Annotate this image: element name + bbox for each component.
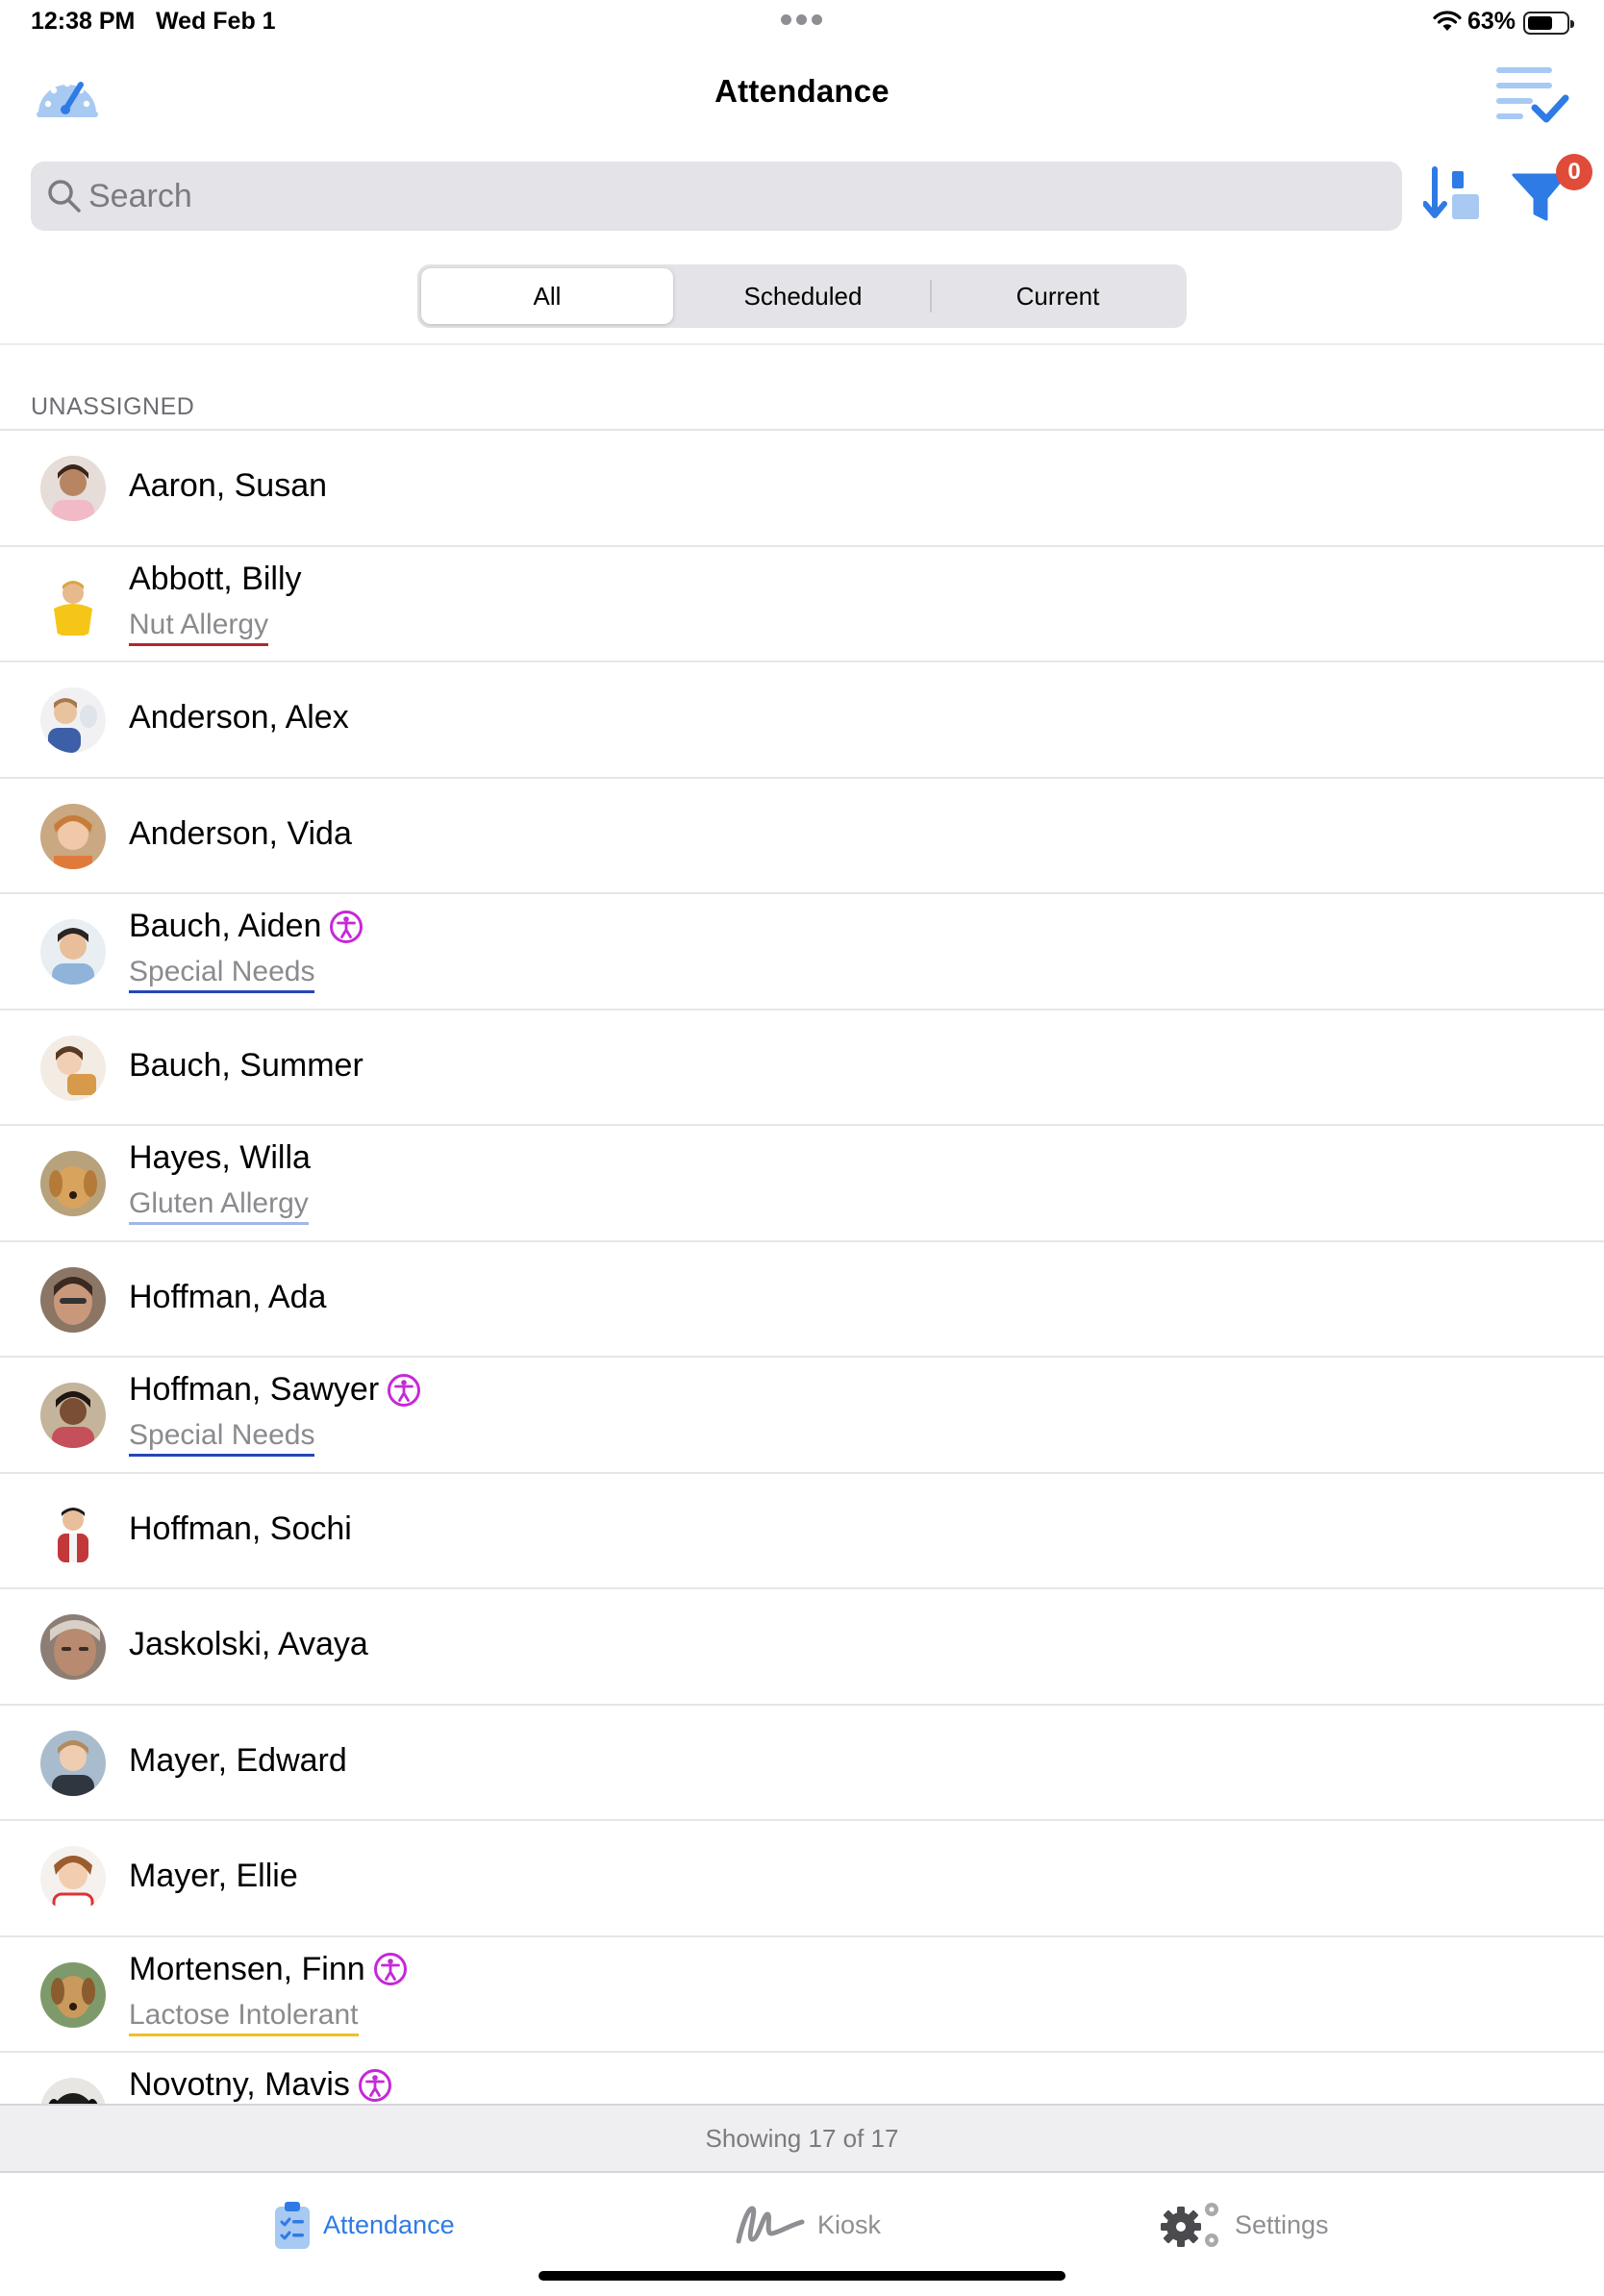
section-header: UNASSIGNED xyxy=(31,393,195,420)
avatar xyxy=(40,803,106,869)
tab-attendance[interactable]: Attendance xyxy=(273,2198,455,2252)
tab-label: Attendance xyxy=(323,2209,455,2239)
avatar xyxy=(40,456,106,521)
segmented-control: All Scheduled Current xyxy=(417,264,1187,328)
person-name: Mayer, Ellie xyxy=(129,1858,298,1894)
avatar xyxy=(40,1383,106,1448)
person-name: Anderson, Alex xyxy=(129,699,349,736)
allergy-tag[interactable]: Nut Allergy xyxy=(129,609,269,646)
gears-icon xyxy=(1161,2203,1218,2247)
avatar xyxy=(40,1151,106,1216)
person-name: Mayer, Edward xyxy=(129,1741,347,1779)
list-item[interactable]: Abbott, Billy Nut Allergy xyxy=(0,547,1604,662)
clipboard-icon xyxy=(275,2202,310,2249)
accessibility-icon xyxy=(373,1953,407,1985)
filter-count-badge: 0 xyxy=(1556,154,1592,190)
special-needs-tag[interactable]: Special Needs xyxy=(129,956,315,993)
divider xyxy=(0,343,1604,345)
accessibility-icon xyxy=(330,910,363,943)
avatar xyxy=(40,1614,106,1680)
search-icon xyxy=(48,180,81,212)
list-item[interactable]: Bauch, Aiden Special Needs xyxy=(0,894,1604,1011)
home-indicator xyxy=(539,2271,1065,2281)
battery-percent: 63% xyxy=(1467,8,1516,35)
avatar xyxy=(40,1498,106,1564)
person-name: Hoffman, Sawyer xyxy=(129,1371,380,1408)
avatar xyxy=(40,1846,106,1911)
more-dots-icon[interactable] xyxy=(781,14,823,28)
list-item[interactable]: Mayer, Edward xyxy=(0,1706,1604,1821)
list-item[interactable]: Aaron, Susan xyxy=(0,431,1604,547)
list-check-icon[interactable] xyxy=(1496,63,1569,127)
person-name: Abbott, Billy xyxy=(129,560,302,597)
avatar xyxy=(40,1035,106,1101)
tab-kiosk[interactable]: Kiosk xyxy=(733,2198,881,2252)
search-bar[interactable] xyxy=(31,162,1402,231)
segment-current[interactable]: Current xyxy=(933,268,1183,324)
person-name: Hoffman, Sochi xyxy=(129,1510,352,1547)
accessibility-icon xyxy=(358,2068,391,2102)
list-item[interactable]: Hoffman, Sawyer Special Needs xyxy=(0,1358,1604,1474)
list-item[interactable]: Mayer, Ellie xyxy=(0,1821,1604,1937)
status-time: 12:38 PM xyxy=(31,8,136,35)
person-name: Novotny, Mavis xyxy=(129,2066,350,2103)
avatar xyxy=(40,1730,106,1796)
list-item[interactable]: Hoffman, Ada xyxy=(0,1242,1604,1358)
person-name: Hayes, Willa xyxy=(129,1139,311,1176)
list-item[interactable]: Mortensen, Finn Lactose Intolerant xyxy=(0,1937,1604,2053)
tab-label: Kiosk xyxy=(817,2209,882,2239)
person-name: Bauch, Aiden xyxy=(129,908,322,944)
accessibility-icon xyxy=(388,1373,421,1407)
avatar xyxy=(40,1266,106,1333)
segment-scheduled[interactable]: Scheduled xyxy=(677,268,929,324)
sort-icon[interactable] xyxy=(1423,165,1483,223)
avatar xyxy=(40,571,106,637)
avatar xyxy=(40,919,106,985)
list-item[interactable]: Jaskolski, Avaya xyxy=(0,1589,1604,1706)
attendance-list[interactable]: Aaron, Susan Abbott, Billy Nut Allergy A… xyxy=(0,431,1604,2106)
segment-divider xyxy=(930,280,932,312)
tab-label: Settings xyxy=(1235,2209,1329,2239)
avatar xyxy=(40,687,106,753)
search-input[interactable] xyxy=(88,162,1377,231)
intolerance-tag[interactable]: Lactose Intolerant xyxy=(129,1999,359,2036)
list-item[interactable]: Hoffman, Sochi xyxy=(0,1474,1604,1589)
page-title: Attendance xyxy=(714,73,890,109)
list-item[interactable]: Novotny, Mavis xyxy=(0,2053,1604,2106)
person-name: Hoffman, Ada xyxy=(129,1278,327,1315)
person-name: Aaron, Susan xyxy=(129,467,328,504)
special-needs-tag[interactable]: Special Needs xyxy=(129,1419,315,1457)
signature-icon xyxy=(736,2206,805,2244)
tab-settings[interactable]: Settings xyxy=(1158,2198,1329,2252)
list-item[interactable]: Hayes, Willa Gluten Allergy xyxy=(0,1126,1604,1242)
avatar xyxy=(40,1961,106,2028)
segment-all[interactable]: All xyxy=(421,268,673,324)
app-screen: 12:38 PM Wed Feb 1 63% Attendance Search… xyxy=(0,0,1604,2296)
person-name: Jaskolski, Avaya xyxy=(129,1626,368,1662)
allergy-tag[interactable]: Gluten Allergy xyxy=(129,1187,309,1225)
showing-count: Showing 17 of 17 xyxy=(0,2104,1604,2171)
status-bar: 12:38 PM Wed Feb 1 63% xyxy=(0,0,1604,46)
avatar xyxy=(40,2078,106,2106)
list-item[interactable]: Anderson, Alex xyxy=(0,662,1604,779)
person-name: Anderson, Vida xyxy=(129,814,352,852)
person-name: Bauch, Summer xyxy=(129,1046,363,1084)
list-item[interactable]: Bauch, Summer xyxy=(0,1011,1604,1126)
list-item[interactable]: Anderson, Vida xyxy=(0,779,1604,894)
wifi-icon xyxy=(1433,11,1462,31)
battery-icon xyxy=(1523,12,1574,35)
person-name: Mortensen, Finn xyxy=(129,1950,365,1987)
status-date: Wed Feb 1 xyxy=(156,8,276,35)
